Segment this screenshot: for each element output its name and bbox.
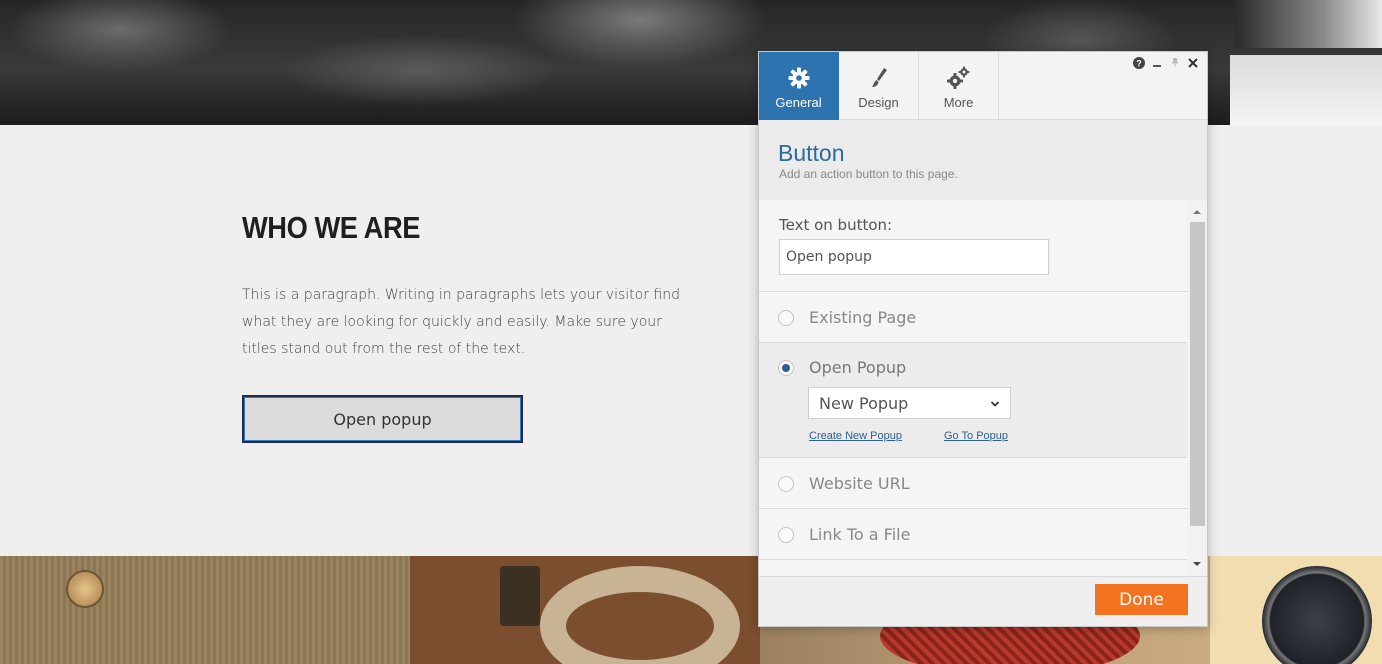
done-button[interactable]: Done: [1095, 584, 1188, 615]
open-popup-label[interactable]: Open Popup: [809, 358, 906, 377]
panel-tab-bar: General Design More ?: [759, 52, 1207, 120]
minimize-icon[interactable]: [1151, 56, 1163, 70]
close-icon[interactable]: [1187, 56, 1199, 70]
popup-select-value: New Popup: [819, 393, 909, 413]
button-settings-panel: General Design More ? Button Add an acti…: [758, 51, 1208, 627]
link-option-website-url[interactable]: Website URL: [759, 458, 1187, 509]
sweater-button-image: [66, 570, 104, 608]
window-controls: ?: [1133, 56, 1199, 70]
sweater-image: [0, 556, 410, 664]
gear-icon: [787, 65, 811, 91]
pin-icon[interactable]: [1169, 56, 1181, 70]
tab-more-label: More: [943, 95, 974, 110]
panel-subtitle: Add an action button to this page.: [779, 167, 958, 181]
gears-icon: [946, 65, 972, 91]
link-to-file-radio[interactable]: [778, 527, 794, 543]
svg-text:?: ?: [1136, 59, 1142, 69]
link-option-file[interactable]: Link To a File: [759, 509, 1187, 560]
link-to-file-label[interactable]: Link To a File: [809, 525, 910, 544]
panel-header: Button Add an action button to this page…: [759, 120, 1207, 200]
website-url-label[interactable]: Website URL: [809, 474, 910, 493]
section-paragraph: This is a paragraph. Writing in paragrap…: [242, 287, 680, 357]
popup-select[interactable]: New Popup: [808, 387, 1011, 419]
go-to-popup-link[interactable]: Go To Popup: [944, 430, 1008, 442]
website-url-radio[interactable]: [778, 476, 794, 492]
open-popup-radio[interactable]: [778, 360, 794, 376]
link-option-existing-page[interactable]: Existing Page: [759, 292, 1187, 343]
tab-general-label: General: [775, 95, 822, 110]
panel-body: Text on button: Existing Page Open Popup…: [759, 200, 1207, 576]
chevron-down-icon: [990, 396, 1000, 415]
tab-design-label: Design: [858, 95, 899, 110]
open-popup-button[interactable]: Open popup: [242, 395, 523, 443]
hero-image-horizon: [1230, 55, 1382, 125]
text-on-button-section: Text on button:: [759, 200, 1187, 292]
scroll-up-icon[interactable]: [1191, 206, 1203, 218]
panel-footer: Done: [759, 576, 1207, 626]
scroll-thumb[interactable]: [1190, 222, 1205, 526]
hero-image-sky: [1235, 0, 1382, 48]
help-icon[interactable]: ?: [1133, 56, 1145, 70]
section-heading: WHO WE ARE: [242, 210, 420, 245]
tab-more[interactable]: More: [919, 52, 999, 120]
tab-general[interactable]: General: [759, 52, 839, 120]
scroll-down-icon[interactable]: [1191, 558, 1203, 570]
create-new-popup-link[interactable]: Create New Popup: [809, 430, 902, 442]
existing-page-label[interactable]: Existing Page: [809, 308, 916, 327]
tab-design[interactable]: Design: [839, 52, 919, 120]
panel-title: Button: [778, 140, 845, 166]
link-option-open-popup[interactable]: Open Popup New Popup Create New Popup Go…: [759, 343, 1187, 458]
existing-page-radio[interactable]: [778, 310, 794, 326]
panel-scrollbar[interactable]: [1187, 200, 1207, 576]
brush-icon: [867, 65, 891, 91]
text-on-button-input[interactable]: [779, 239, 1049, 275]
belt-buckle-image: [500, 566, 540, 626]
text-on-button-label: Text on button:: [779, 216, 893, 234]
